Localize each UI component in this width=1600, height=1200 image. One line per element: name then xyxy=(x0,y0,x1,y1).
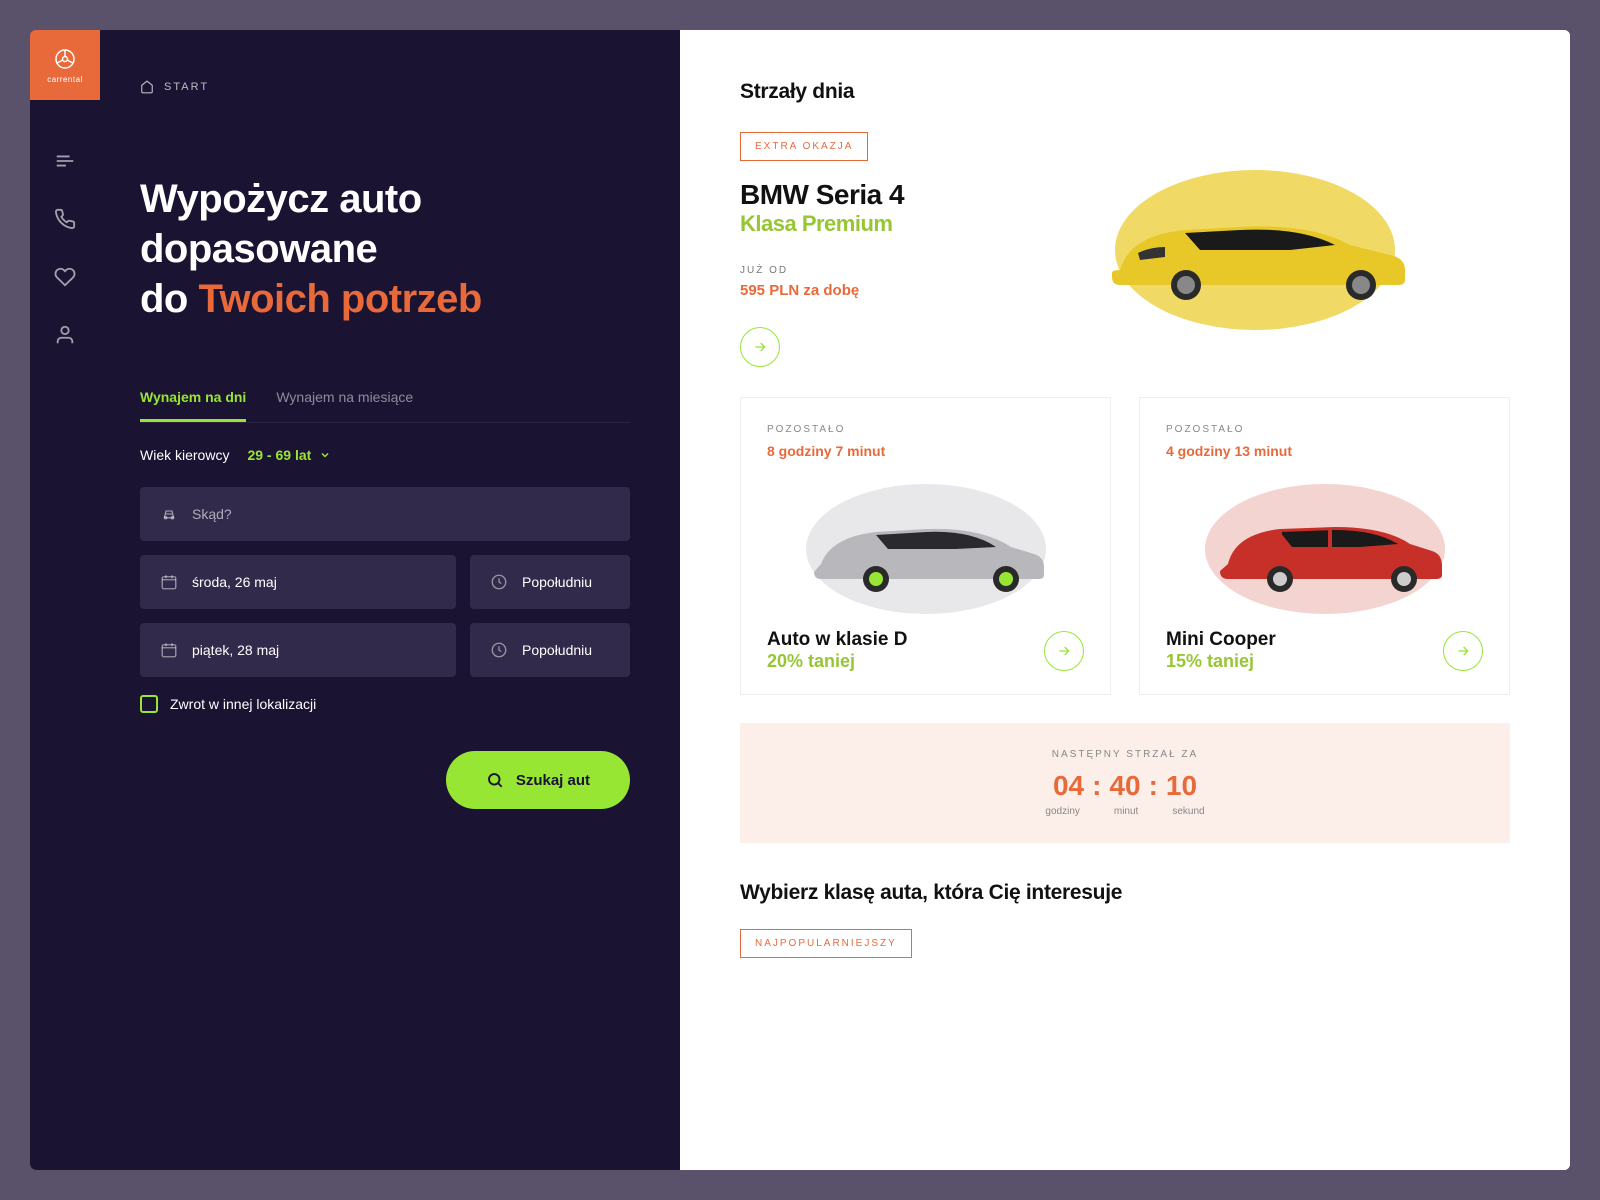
car-illustration xyxy=(796,499,1056,599)
featured-arrow-button[interactable] xyxy=(740,327,780,367)
featured-price: 595 PLN za dobę xyxy=(740,282,980,299)
deal-discount: 15% taniej xyxy=(1166,651,1276,672)
car-illustration xyxy=(1200,499,1450,599)
search-form: środa, 26 maj Popołudniu piątek, 28 maj … xyxy=(140,487,630,677)
clock-icon xyxy=(490,641,508,659)
breadcrumb-start: START xyxy=(164,81,209,93)
tab-months[interactable]: Wynajem na miesiące xyxy=(276,389,413,422)
cd-hours: 04 xyxy=(1053,770,1084,802)
remain-time: 4 godziny 13 minut xyxy=(1166,443,1483,459)
featured-car-visual xyxy=(1000,132,1510,367)
clock-icon xyxy=(490,573,508,591)
featured-car-class: Klasa Premium xyxy=(740,211,980,237)
rental-tabs: Wynajem na dni Wynajem na miesiące xyxy=(140,389,630,423)
breadcrumb[interactable]: START xyxy=(140,80,630,94)
return-date-input[interactable]: piątek, 28 maj xyxy=(140,623,456,677)
logo-text: carrental xyxy=(47,75,83,84)
arrow-right-icon xyxy=(1056,643,1072,659)
return-elsewhere-checkbox[interactable] xyxy=(140,695,158,713)
remain-time: 8 godziny 7 minut xyxy=(767,443,1084,459)
arrow-right-icon xyxy=(752,339,768,355)
chevron-down-icon xyxy=(319,449,331,461)
price-label: JUŻ OD xyxy=(740,265,980,276)
featured-info: EXTRA OKAZJA BMW Seria 4 Klasa Premium J… xyxy=(740,132,980,367)
arrow-right-icon xyxy=(1455,643,1471,659)
location-input[interactable] xyxy=(140,487,630,541)
car-icon xyxy=(160,505,178,523)
deals-panel: Strzały dnia EXTRA OKAZJA BMW Seria 4 Kl… xyxy=(680,30,1570,1170)
app-root: carrental START Wypożycz auto dopasowane xyxy=(30,30,1570,1170)
class-section-title: Wybierz klasę auta, która Cię interesuje xyxy=(740,881,1510,905)
remain-label: POZOSTAŁO xyxy=(1166,424,1483,435)
menu-icon[interactable] xyxy=(54,150,76,172)
return-time-input[interactable]: Popołudniu xyxy=(470,623,630,677)
home-icon xyxy=(140,80,154,94)
logo[interactable]: carrental xyxy=(30,30,100,100)
deal-discount: 20% taniej xyxy=(767,651,907,672)
sidebar: carrental xyxy=(30,30,100,1170)
deal-visual xyxy=(767,469,1084,629)
pickup-date-input[interactable]: środa, 26 maj xyxy=(140,555,456,609)
countdown-time: 04 : 40 : 10 xyxy=(766,770,1484,802)
popular-filter-badge[interactable]: NAJPOPULARNIEJSZY xyxy=(740,929,912,958)
remain-label: POZOSTAŁO xyxy=(767,424,1084,435)
deals-title: Strzały dnia xyxy=(740,80,1510,104)
heart-icon[interactable] xyxy=(54,266,76,288)
calendar-icon xyxy=(160,573,178,591)
driver-age-row: Wiek kierowcy 29 - 69 lat xyxy=(140,447,630,463)
return-elsewhere-row: Zwrot w innej lokalizacji xyxy=(140,695,630,713)
search-panel: START Wypożycz auto dopasowane do Twoich… xyxy=(100,30,680,1170)
deal-cards-row: POZOSTAŁO 8 godziny 7 minut Auto w klasi… xyxy=(740,397,1510,695)
user-icon[interactable] xyxy=(54,324,76,346)
deal-arrow-button[interactable] xyxy=(1443,631,1483,671)
driver-age-select[interactable]: 29 - 69 lat xyxy=(247,447,331,463)
deal-arrow-button[interactable] xyxy=(1044,631,1084,671)
class-section: Wybierz klasę auta, która Cię interesuje… xyxy=(740,881,1510,958)
pickup-time-input[interactable]: Popołudniu xyxy=(470,555,630,609)
countdown-units: godziny minut sekund xyxy=(766,806,1484,817)
deal-title: Mini Cooper xyxy=(1166,629,1276,651)
deal-visual xyxy=(1166,469,1483,629)
countdown: NASTĘPNY STRZAŁ ZA 04 : 40 : 10 godziny … xyxy=(740,723,1510,843)
phone-icon[interactable] xyxy=(54,208,76,230)
location-field[interactable] xyxy=(192,506,610,522)
featured-car-name: BMW Seria 4 xyxy=(740,179,980,211)
search-icon xyxy=(486,771,504,789)
deal-card-1[interactable]: POZOSTAŁO 8 godziny 7 minut Auto w klasi… xyxy=(740,397,1111,695)
deal-card-2[interactable]: POZOSTAŁO 4 godziny 13 minut Mi xyxy=(1139,397,1510,695)
featured-deal: EXTRA OKAZJA BMW Seria 4 Klasa Premium J… xyxy=(740,132,1510,367)
deal-title: Auto w klasie D xyxy=(767,629,907,651)
driver-age-label: Wiek kierowcy xyxy=(140,447,229,463)
extra-badge: EXTRA OKAZJA xyxy=(740,132,868,161)
cd-seconds: 10 xyxy=(1166,770,1197,802)
deal-bottom: Mini Cooper 15% taniej xyxy=(1166,629,1483,672)
tab-days[interactable]: Wynajem na dni xyxy=(140,389,246,422)
countdown-label: NASTĘPNY STRZAŁ ZA xyxy=(766,749,1484,760)
nav-list xyxy=(54,150,76,346)
deal-bottom: Auto w klasie D 20% taniej xyxy=(767,629,1084,672)
steering-wheel-icon xyxy=(53,47,77,71)
return-elsewhere-label: Zwrot w innej lokalizacji xyxy=(170,696,316,712)
car-illustration xyxy=(1090,195,1420,305)
page-title: Wypożycz auto dopasowane do Twoich potrz… xyxy=(140,174,630,324)
calendar-icon xyxy=(160,641,178,659)
search-button[interactable]: Szukaj aut xyxy=(446,751,630,809)
cd-minutes: 40 xyxy=(1109,770,1140,802)
